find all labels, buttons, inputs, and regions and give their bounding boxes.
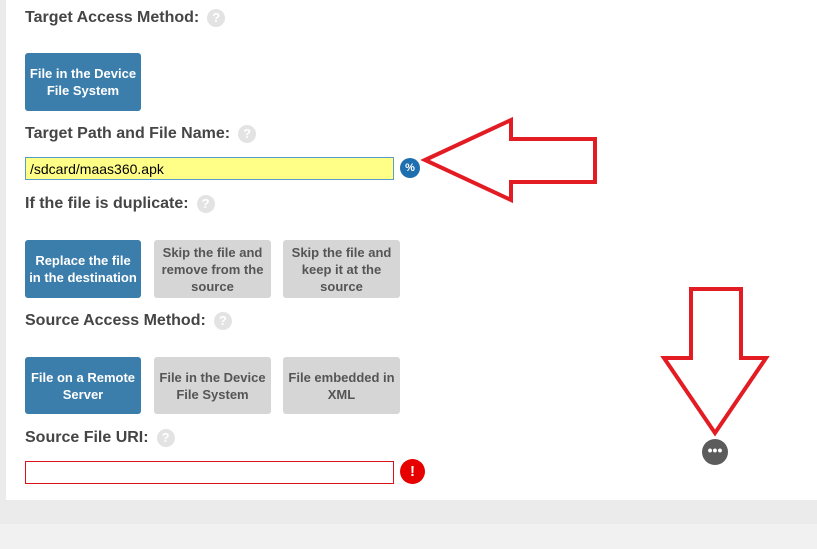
left-arrow-icon (420, 116, 597, 204)
annotation-arrows (420, 116, 770, 437)
down-arrow-icon (660, 287, 770, 437)
